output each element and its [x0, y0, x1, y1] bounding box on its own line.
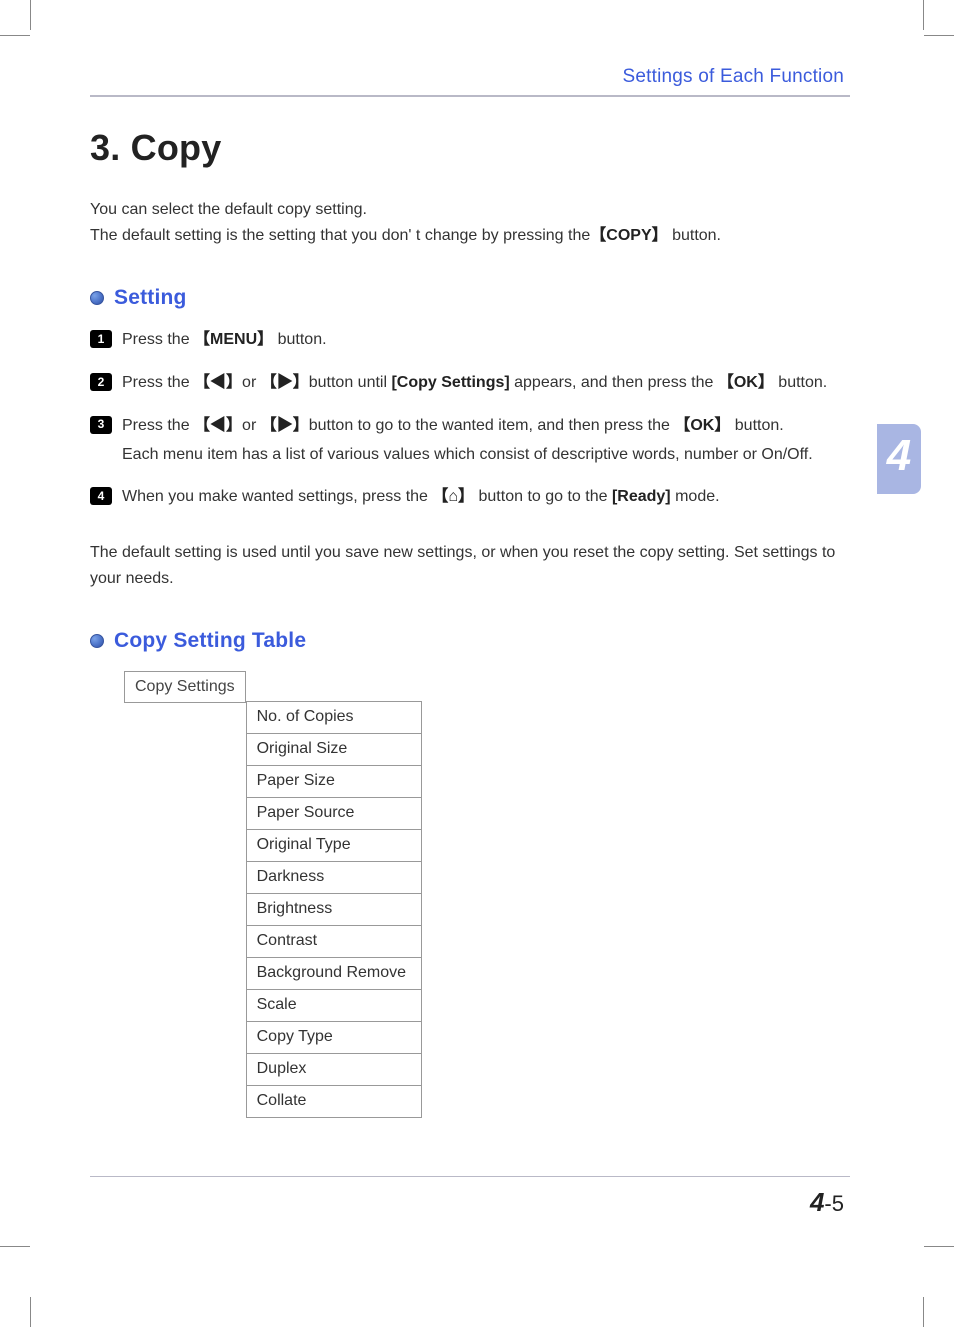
text: button.	[730, 417, 783, 434]
text: or	[242, 417, 261, 434]
section-number: 3	[90, 127, 110, 168]
text: The default setting is used until you sa…	[90, 544, 729, 561]
step-3-body: Press the 【◀】or 【▶】button to go to the w…	[122, 414, 850, 468]
text: appears, and then press the	[510, 374, 718, 391]
table-row: Paper Source	[246, 798, 422, 830]
right-arrow-key-label: 【▶】	[261, 374, 309, 391]
intro-paragraph: You can select the default copy setting.…	[90, 197, 850, 248]
page-number-page: 5	[832, 1191, 844, 1216]
section-dot: .	[110, 127, 120, 168]
content-area: Settings of Each Function 3. Copy You ca…	[90, 66, 850, 1218]
ok-key-label: 【OK】	[718, 374, 774, 391]
step-2-body: Press the 【◀】or 【▶】button until [Copy Se…	[122, 371, 850, 396]
step-1-number: 1	[90, 330, 112, 348]
ready-mode-label: [Ready]	[612, 488, 671, 505]
chapter-side-tab-number: 4	[887, 431, 911, 481]
section-title-text: Copy	[131, 127, 222, 168]
page-number: 4-5	[90, 1187, 844, 1218]
subsection-table-title: Copy Setting Table	[114, 629, 306, 653]
table-row: Duplex	[246, 1054, 422, 1086]
text: Press the	[122, 374, 194, 391]
left-arrow-key-label: 【◀】	[194, 417, 242, 434]
intro-line-1: You can select the default copy setting.	[90, 197, 850, 223]
steps-list: 1 Press the 【MENU】 button. 2 Press the 【…	[90, 328, 850, 510]
intro-line-2-pre: The default setting is the setting that …	[90, 227, 590, 244]
subsection-setting-title: Setting	[114, 286, 187, 310]
table-row: Brightness	[246, 894, 422, 926]
footer-divider	[90, 1176, 850, 1177]
step-4-body: When you make wanted settings, press the…	[122, 485, 850, 510]
table-row: Scale	[246, 990, 422, 1022]
intro-line-2: The default setting is the setting that …	[90, 223, 850, 249]
copy-key-label: 【COPY】	[590, 227, 667, 244]
home-key-label: 【⌂】	[432, 488, 474, 505]
step-2: 2 Press the 【◀】or 【▶】button until [Copy …	[90, 371, 850, 396]
step-3: 3 Press the 【◀】or 【▶】button to go to the…	[90, 414, 850, 468]
table-row: Contrast	[246, 926, 422, 958]
page-number-sep: -	[824, 1191, 831, 1216]
chapter-side-tab: 4	[877, 424, 921, 494]
step-3-continuation: Each menu item has a list of various val…	[122, 443, 850, 468]
page-number-chapter: 4	[810, 1187, 824, 1217]
chapter-name: Settings of Each Function	[90, 66, 844, 88]
table-row: Background Remove	[246, 958, 422, 990]
step-1: 1 Press the 【MENU】 button.	[90, 328, 850, 353]
step-3-number: 3	[90, 416, 112, 434]
text: When you make wanted settings, press the	[122, 488, 432, 505]
section-title: 3. Copy	[90, 127, 850, 169]
left-arrow-key-label: 【◀】	[194, 374, 242, 391]
text: Press the	[122, 417, 194, 434]
table-row: Original Type	[246, 830, 422, 862]
table-items-column: No. of Copies Original Size Paper Size P…	[246, 701, 422, 1118]
ok-key-label: 【OK】	[674, 417, 730, 434]
text: button until	[309, 374, 392, 391]
table-row: Paper Size	[246, 766, 422, 798]
step-2-number: 2	[90, 373, 112, 391]
header-divider	[90, 95, 850, 97]
header: Settings of Each Function	[90, 66, 850, 97]
text: or	[242, 374, 261, 391]
text: button.	[273, 331, 326, 348]
right-arrow-key-label: 【▶】	[261, 417, 309, 434]
copy-settings-label: [Copy Settings]	[391, 374, 509, 391]
table-row: Darkness	[246, 862, 422, 894]
table-row: Copy Type	[246, 1022, 422, 1054]
menu-key-label: 【MENU】	[194, 331, 273, 348]
text: button.	[774, 374, 827, 391]
page: 4 Settings of Each Function 3. Copy You …	[0, 0, 954, 1327]
copy-setting-table: Copy Settings No. of Copies Original Siz…	[124, 671, 850, 1118]
step-4-number: 4	[90, 487, 112, 505]
bullet-icon	[90, 634, 104, 648]
table-row: Collate	[246, 1086, 422, 1118]
intro-line-2-post: button.	[668, 227, 721, 244]
subsection-setting: Setting	[90, 286, 850, 310]
step-1-body: Press the 【MENU】 button.	[122, 328, 850, 353]
text: mode.	[671, 488, 720, 505]
bullet-icon	[90, 291, 104, 305]
table-row: Original Size	[246, 734, 422, 766]
text: button to go to the wanted item, and the…	[309, 417, 675, 434]
step-4: 4 When you make wanted settings, press t…	[90, 485, 850, 510]
table-row: No. of Copies	[246, 702, 422, 734]
text: Press the	[122, 331, 194, 348]
text: button to go to the	[474, 488, 612, 505]
subsection-copy-setting-table: Copy Setting Table	[90, 629, 850, 653]
after-steps-paragraph: The default setting is used until you sa…	[90, 540, 850, 591]
table-lead-cell: Copy Settings	[124, 671, 246, 703]
